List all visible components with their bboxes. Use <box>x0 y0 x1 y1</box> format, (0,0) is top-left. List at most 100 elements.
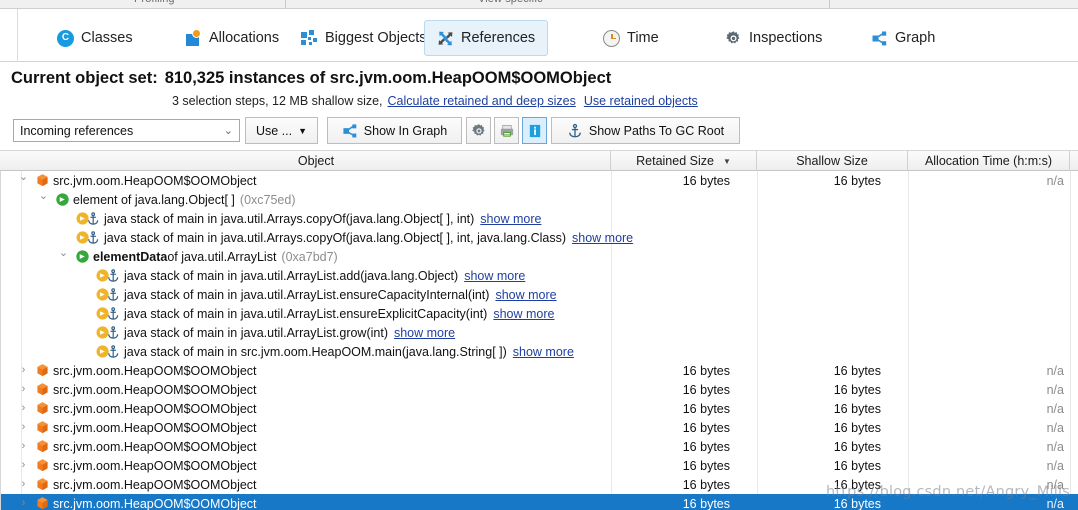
row-text: src.jvm.oom.HeapOOM$OOMObject <box>53 401 257 416</box>
show-more-link[interactable]: show more <box>480 212 541 226</box>
table-row[interactable]: › src.jvm.oom.HeapOOM$OOMObject 16 bytes 16… <box>1 456 1078 475</box>
table-row[interactable]: › src.jvm.oom.HeapOOM$OOMObject 16 bytes 16… <box>1 361 1078 380</box>
chevron-right-icon[interactable]: › <box>18 422 29 433</box>
chevron-down-icon[interactable]: ⌄ <box>38 191 49 202</box>
row-address: (0xa7bd7) <box>281 249 338 264</box>
cell-allocation-time: n/a <box>1046 439 1064 454</box>
tab-biggest-objects[interactable]: Biggest Objects <box>288 20 440 56</box>
table-row[interactable]: › src.jvm.oom.HeapOOM$OOMObject 16 bytes 16… <box>1 380 1078 399</box>
tab-allocations-label: Allocations <box>209 30 280 46</box>
stack-anchor-icon <box>95 268 122 283</box>
row-object-label: java stack of main in java.util.Arrays.c… <box>104 228 633 247</box>
table-row[interactable]: › src.jvm.oom.HeapOOM$OOMObject 16 bytes 16… <box>1 475 1078 494</box>
view-settings-button[interactable] <box>466 117 491 144</box>
tab-classes[interactable]: C Classes <box>44 20 146 56</box>
table-row[interactable]: › src.jvm.oom.HeapOOM$OOMObject 16 bytes 16… <box>1 418 1078 437</box>
table-row[interactable]: › src.jvm.oom.HeapOOM$OOMObject 16 bytes 16… <box>1 437 1078 456</box>
table-row[interactable]: › src.jvm.oom.HeapOOM$OOMObject 16 bytes 16… <box>1 399 1078 418</box>
top-strip-divider-2 <box>829 0 830 8</box>
chevron-right-icon[interactable]: › <box>18 498 29 509</box>
column-header-shallow-size[interactable]: Shallow Size <box>757 151 908 171</box>
tab-biggest-objects-label: Biggest Objects <box>325 30 427 46</box>
references-icon <box>437 30 454 47</box>
cell-shallow-size: 16 bytes <box>833 173 881 188</box>
column-header-allocation-time-h-m-s[interactable]: Allocation Time (h:m:s) <box>908 151 1070 171</box>
chevron-right-icon[interactable]: › <box>18 384 29 395</box>
export-snapshot-icon <box>499 123 515 139</box>
table-row[interactable]: ⌄ elementData of java.util.ArrayList (0xa7… <box>1 247 1078 266</box>
column-header-object[interactable]: Object <box>22 151 611 171</box>
chevron-right-icon[interactable]: › <box>18 441 29 452</box>
tab-time[interactable]: Time <box>590 20 672 56</box>
show-more-link[interactable]: show more <box>495 288 556 302</box>
tab-graph-label: Graph <box>895 30 936 46</box>
gear-icon <box>471 123 487 139</box>
top-strip-divider-1 <box>285 0 286 8</box>
caret-down-icon: ▼ <box>298 125 308 136</box>
show-more-link[interactable]: show more <box>394 326 455 340</box>
object-cube-icon <box>35 496 50 510</box>
show-more-link[interactable]: show more <box>513 345 574 359</box>
jprofiler-window: Profiling View specific C Classes Alloca… <box>0 0 1078 510</box>
use-retained-objects-link[interactable]: Use retained objects <box>584 94 698 108</box>
table-row[interactable]: java stack of main in java.util.Arrays.c… <box>1 209 1078 228</box>
cell-shallow-size: 16 bytes <box>833 458 881 473</box>
row-object-label: src.jvm.oom.HeapOOM$OOMObject <box>53 380 257 399</box>
column-header-label: Allocation Time (h:m:s) <box>924 154 1053 168</box>
tab-references[interactable]: References <box>424 20 549 56</box>
show-paths-to-gc-root-button[interactable]: Show Paths To GC Root <box>551 117 740 144</box>
table-body[interactable]: ⌄ src.jvm.oom.HeapOOM$OOMObject 16 bytes 16… <box>0 171 1078 510</box>
tab-graph[interactable]: Graph <box>858 20 948 56</box>
calculate-retained-deep-sizes-link[interactable]: Calculate retained and deep sizes <box>388 94 576 108</box>
row-address: (0xc75ed) <box>239 192 296 207</box>
show-in-graph-label: Show In Graph <box>363 123 448 138</box>
table-row[interactable]: › src.jvm.oom.HeapOOM$OOMObject 16 bytes 16… <box>1 494 1078 510</box>
chevron-down-icon[interactable]: ⌄ <box>58 248 69 259</box>
table-row[interactable]: ⌄ element of java.lang.Object[ ] (0xc75ed) <box>1 190 1078 209</box>
anchor-icon <box>567 123 583 139</box>
table-row[interactable]: ⌄ src.jvm.oom.HeapOOM$OOMObject 16 bytes 16… <box>1 171 1078 190</box>
show-more-link[interactable]: show more <box>464 269 525 283</box>
table-row[interactable]: java stack of main in java.util.ArrayLis… <box>1 323 1078 342</box>
use-button[interactable]: Use ... ▼ <box>245 117 318 144</box>
green-ref-icon <box>55 192 70 207</box>
sort-descending-icon: ▼ <box>722 156 731 166</box>
export-snapshot-button[interactable] <box>494 117 519 144</box>
chevron-right-icon[interactable]: › <box>18 403 29 414</box>
chevron-down-icon[interactable]: ⌄ <box>18 172 29 183</box>
table-row[interactable]: java stack of main in src.jvm.oom.HeapOO… <box>1 342 1078 361</box>
chevron-right-icon[interactable]: › <box>18 479 29 490</box>
table-row[interactable]: java stack of main in java.util.ArrayLis… <box>1 304 1078 323</box>
cell-retained-size: 16 bytes <box>682 458 730 473</box>
show-more-link[interactable]: show more <box>493 307 554 321</box>
info-button[interactable] <box>522 117 547 144</box>
row-object-label: elementData of java.util.ArrayList (0xa7b… <box>93 247 338 266</box>
table-row[interactable]: java stack of main in java.util.ArrayLis… <box>1 266 1078 285</box>
row-field-name: elementData <box>93 249 168 264</box>
stack-anchor-icon <box>95 325 122 340</box>
row-text: src.jvm.oom.HeapOOM$OOMObject <box>53 382 257 397</box>
show-in-graph-button[interactable]: Show In Graph <box>327 117 462 144</box>
stack-anchor-icon <box>95 306 122 321</box>
row-text: src.jvm.oom.HeapOOM$OOMObject <box>53 420 257 435</box>
table-row[interactable]: java stack of main in java.util.ArrayLis… <box>1 285 1078 304</box>
tab-allocations[interactable]: Allocations <box>172 20 292 56</box>
chevron-right-icon[interactable]: › <box>18 460 29 471</box>
table-row[interactable]: java stack of main in java.util.Arrays.c… <box>1 228 1078 247</box>
cell-allocation-time: n/a <box>1046 173 1064 188</box>
row-text: java stack of main in java.util.Arrays.c… <box>104 230 566 245</box>
chevron-right-icon[interactable]: › <box>18 365 29 376</box>
reference-direction-select[interactable]: Incoming references ⌄ <box>13 119 240 142</box>
tab-inspections[interactable]: Inspections <box>712 20 835 56</box>
object-set-value: 810,325 instances of src.jvm.oom.HeapOOM… <box>164 69 612 87</box>
column-header-retained-size[interactable]: Retained Size ▼ <box>611 151 757 171</box>
show-more-link[interactable]: show more <box>572 231 633 245</box>
cell-retained-size: 16 bytes <box>682 363 730 378</box>
column-header-label: Object <box>297 154 335 168</box>
top-strip-label-view-specific: View specific <box>478 0 543 5</box>
object-set-label: Current object set: <box>11 69 158 87</box>
tabbar-left-rail <box>17 9 18 62</box>
row-text: src.jvm.oom.HeapOOM$OOMObject <box>53 173 257 188</box>
row-object-label: src.jvm.oom.HeapOOM$OOMObject <box>53 399 257 418</box>
row-object-label: src.jvm.oom.HeapOOM$OOMObject <box>53 494 257 510</box>
